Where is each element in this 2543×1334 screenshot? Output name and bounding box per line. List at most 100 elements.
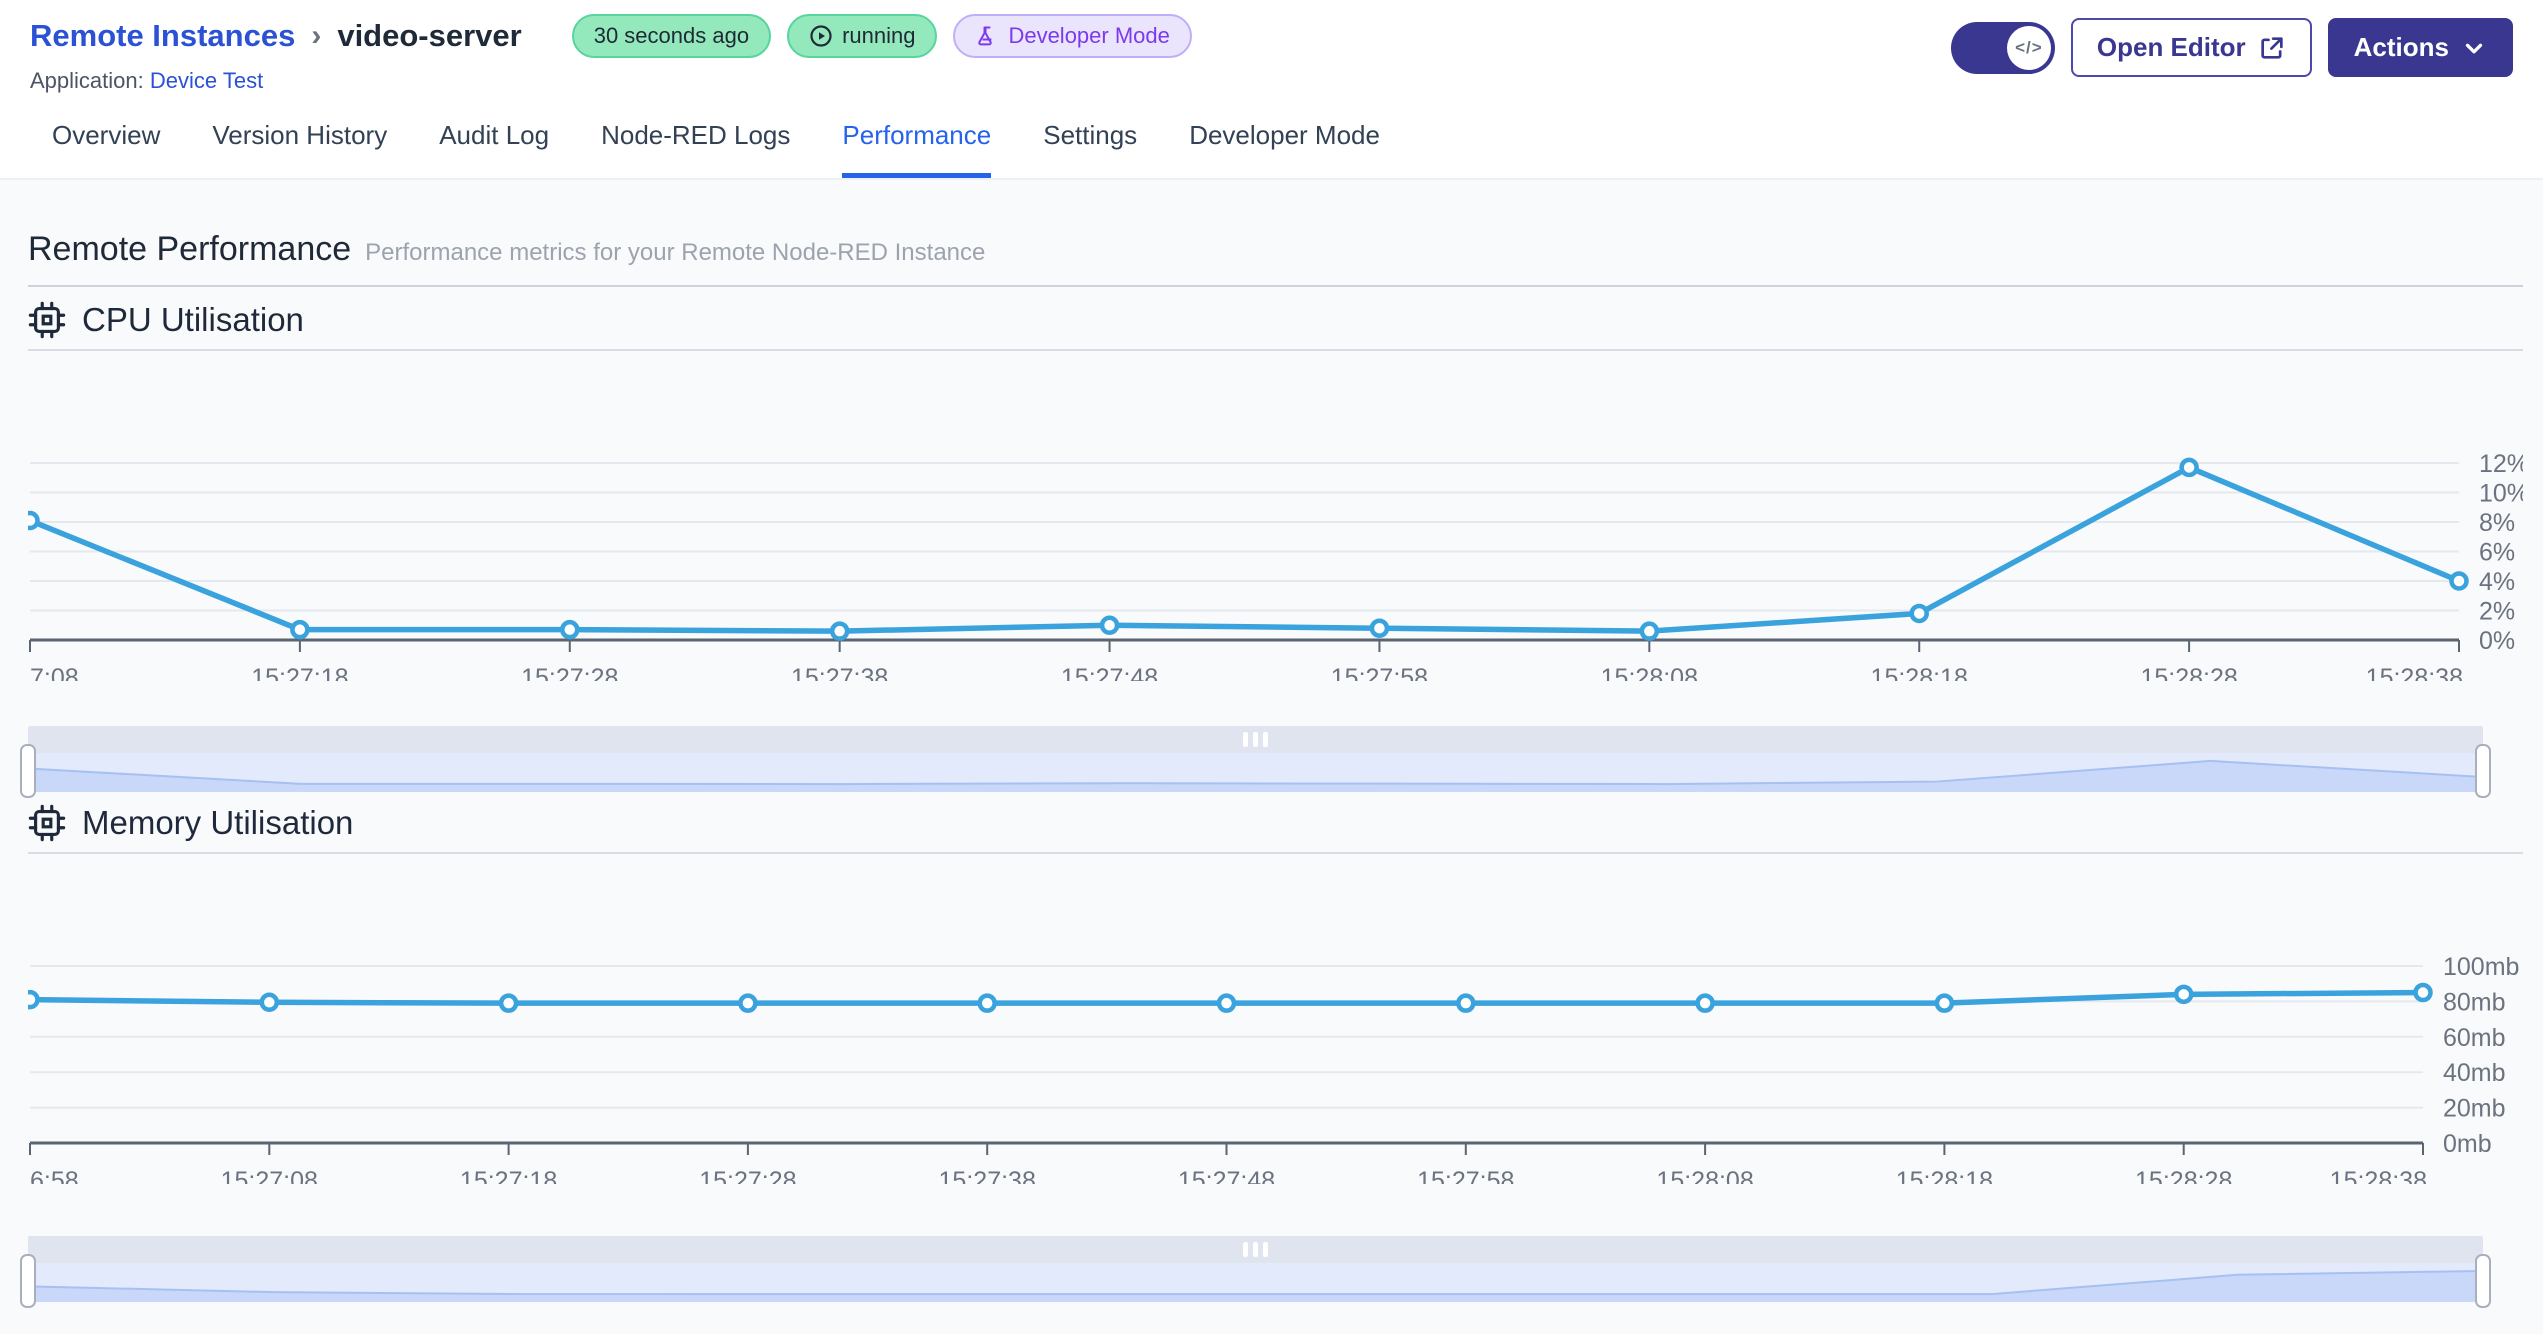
x-tick-label: 15:27:48 <box>1061 664 1158 681</box>
x-tick-label: 7:08 <box>30 664 79 681</box>
memory-chart-brush[interactable] <box>20 1236 2491 1308</box>
actions-label: Actions <box>2353 32 2449 62</box>
x-tick-label: 15:27:58 <box>1331 664 1428 681</box>
external-link-icon <box>2260 36 2283 59</box>
tab-audit-log[interactable]: Audit Log <box>439 120 549 178</box>
x-tick-label: 15:27:38 <box>939 1167 1036 1184</box>
x-tick-label: 15:27:08 <box>221 1167 318 1184</box>
y-tick-label: 0mb <box>2443 1130 2492 1158</box>
breadcrumb-separator: › <box>311 19 322 52</box>
memory-utilisation-chart: 100mb 80mb 60mb 40mb 20mb 0mb 6:58 15:27:08 15:2… <box>28 953 2519 1184</box>
y-tick-label: 40mb <box>2443 1059 2506 1087</box>
developer-mode-toggle[interactable]: </> <box>1950 21 2055 74</box>
drag-handle-icon <box>1263 1242 1268 1257</box>
performance-panel: Remote Performance Performance metrics f… <box>0 180 2543 1334</box>
play-circle-icon <box>810 25 832 47</box>
flask-icon <box>978 26 993 46</box>
last-updated-label: 30 seconds ago <box>593 23 750 48</box>
breadcrumb-current: video-server <box>337 18 522 53</box>
breadcrumb: Remote Instances › video-server 30 secon… <box>30 14 1192 58</box>
application-row: Application: Device Test <box>30 68 1192 94</box>
y-tick-label: 60mb <box>2443 1024 2506 1052</box>
cpu-chart-brush[interactable] <box>20 726 2491 798</box>
cpu-chip-icon <box>28 301 66 339</box>
developer-mode-label: Developer Mode <box>1008 23 1170 48</box>
data-point-marker <box>977 993 997 1013</box>
breadcrumb-root-link[interactable]: Remote Instances <box>30 18 295 54</box>
tab-developer-mode[interactable]: Developer Mode <box>1189 120 1380 178</box>
y-tick-label: 100mb <box>2443 953 2519 981</box>
cpu-brush-left-handle[interactable] <box>20 744 36 798</box>
y-tick-label: 6% <box>2479 539 2515 567</box>
memory-brush-drag-strip[interactable] <box>28 1236 2483 1263</box>
x-tick-label: 15:28:38 <box>2366 664 2463 681</box>
x-tick-label: 6:58 <box>30 1167 79 1184</box>
developer-mode-badge: Developer Mode <box>953 14 1192 58</box>
x-tick-label: 15:27:48 <box>1178 1167 1275 1184</box>
x-tick-label: 15:27:58 <box>1417 1167 1514 1184</box>
cpu-brush-minimap[interactable] <box>28 753 2483 792</box>
x-tick-label: 15:27:18 <box>251 664 348 681</box>
drag-handle-icon <box>1243 1242 1248 1257</box>
drag-handle-icon <box>1263 732 1268 747</box>
data-point-marker <box>2413 982 2433 1003</box>
y-tick-label: 4% <box>2479 568 2515 596</box>
tab-settings[interactable]: Settings <box>1043 120 1137 178</box>
tab-overview[interactable]: Overview <box>52 120 160 178</box>
data-point-marker <box>1099 615 1120 635</box>
data-point-marker <box>829 621 850 641</box>
cpu-utilisation-chart: 12%10%8%6%4%2%0% 7:08 15:27:18 15:27:28 15:2… <box>28 450 2523 681</box>
x-tick-label: 15:28:08 <box>1601 664 1698 681</box>
brush-area <box>28 1270 2483 1302</box>
data-point-marker <box>2449 571 2469 591</box>
data-point-marker <box>28 510 40 531</box>
y-tick-label: 2% <box>2479 598 2515 626</box>
code-icon: </> <box>2006 25 2051 70</box>
data-point-marker <box>560 619 580 640</box>
drag-handle-icon <box>1243 732 1248 747</box>
cpu-brush-right-handle[interactable] <box>2475 744 2491 798</box>
tab-performance[interactable]: Performance <box>842 120 992 178</box>
y-tick-label: 12% <box>2479 450 2523 478</box>
x-tick-label: 15:27:28 <box>521 664 618 681</box>
title-divider <box>28 285 2523 287</box>
data-point-marker <box>498 993 519 1013</box>
x-tick-label: 15:27:28 <box>699 1167 796 1184</box>
y-tick-label: 80mb <box>2443 988 2506 1016</box>
tab-version-history[interactable]: Version History <box>212 120 387 178</box>
memory-section-header: Memory Utilisation <box>28 804 2523 854</box>
data-point-marker <box>1639 621 1660 641</box>
tab-node-red-logs[interactable]: Node-RED Logs <box>601 120 790 178</box>
data-point-marker <box>2179 457 2199 478</box>
last-updated-badge: 30 seconds ago <box>571 14 772 58</box>
cpu-section-title: CPU Utilisation <box>82 301 304 338</box>
status-badge: running <box>787 14 938 58</box>
open-editor-button[interactable]: Open Editor <box>2070 18 2312 77</box>
x-tick-label: 15:28:28 <box>2135 1167 2232 1184</box>
application-link[interactable]: Device Test <box>150 68 263 93</box>
brush-area <box>28 760 2483 792</box>
application-label: Application: <box>30 68 144 93</box>
memory-brush-left-handle[interactable] <box>20 1254 36 1308</box>
drag-handle-icon <box>1253 1242 1258 1257</box>
data-point-marker <box>28 989 40 1010</box>
actions-button[interactable]: Actions <box>2327 18 2513 77</box>
x-tick-label: 15:27:38 <box>791 664 888 681</box>
memory-section-title: Memory Utilisation <box>82 804 354 841</box>
x-tick-label: 15:28:18 <box>1896 1167 1993 1184</box>
data-point-marker <box>1456 993 1476 1013</box>
y-tick-label: 8% <box>2479 509 2515 537</box>
status-label: running <box>842 23 916 48</box>
y-tick-label: 10% <box>2479 480 2523 508</box>
page-subtitle: Performance metrics for your Remote Node… <box>365 239 986 266</box>
x-tick-label: 15:28:38 <box>2330 1167 2427 1184</box>
x-tick-label: 15:28:28 <box>2140 664 2237 681</box>
cpu-section-header: CPU Utilisation <box>28 301 2523 351</box>
memory-brush-minimap[interactable] <box>28 1263 2483 1302</box>
page-title: Remote Performance <box>28 230 352 268</box>
data-point-marker <box>1695 993 1715 1013</box>
memory-brush-right-handle[interactable] <box>2475 1254 2491 1308</box>
y-tick-label: 0% <box>2479 627 2515 655</box>
cpu-brush-drag-strip[interactable] <box>28 726 2483 753</box>
data-point-marker <box>2173 984 2194 1005</box>
